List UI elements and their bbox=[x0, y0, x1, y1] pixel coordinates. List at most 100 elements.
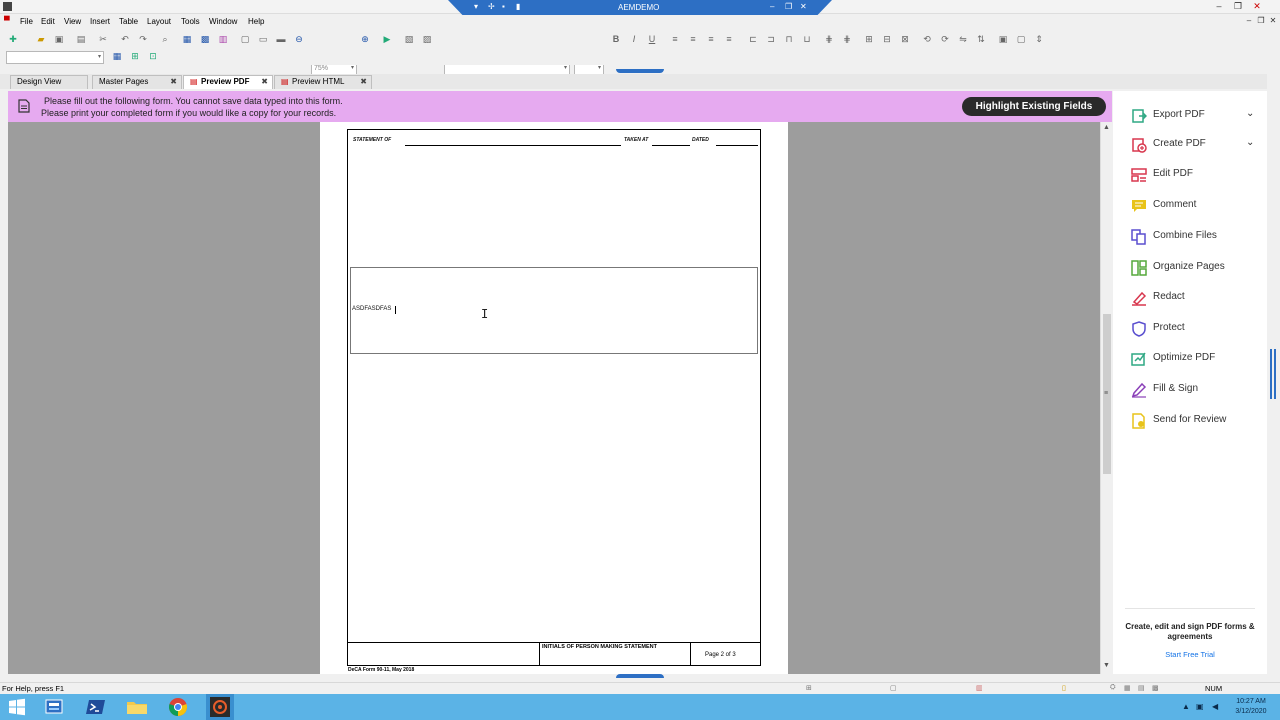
fit-page-icon[interactable]: ▭ bbox=[256, 32, 270, 46]
windows-start-icon[interactable] bbox=[6, 697, 28, 717]
layout-icon[interactable]: ▥ bbox=[216, 32, 230, 46]
new-icon[interactable]: ✚ bbox=[6, 32, 20, 46]
status-view-icon[interactable]: ⛭ bbox=[1110, 684, 1116, 692]
powershell-icon[interactable] bbox=[85, 697, 107, 717]
chevron-down-icon[interactable]: ▾ bbox=[474, 2, 478, 11]
menu-help[interactable]: Help bbox=[248, 17, 264, 26]
status-layout-icon[interactable]: ⊞ bbox=[806, 684, 812, 692]
menu-window[interactable]: Window bbox=[209, 17, 237, 26]
zoom-in-icon[interactable]: ⊕ bbox=[358, 32, 372, 46]
object-select[interactable]: ▾ bbox=[6, 51, 104, 64]
tray-expand-icon[interactable]: ▲ bbox=[1182, 702, 1190, 711]
document-menu-icon[interactable]: ▀ bbox=[4, 16, 10, 25]
center-page-icon[interactable]: ⊞ bbox=[862, 32, 876, 46]
close-icon[interactable]: ✖ bbox=[261, 76, 268, 88]
status-table-icon[interactable]: ▩ bbox=[1152, 684, 1159, 692]
menu-tools[interactable]: Tools bbox=[181, 17, 200, 26]
close-icon[interactable]: ✖ bbox=[170, 76, 177, 88]
collapse-grip[interactable] bbox=[616, 69, 664, 73]
fit-width-icon[interactable]: ▬ bbox=[274, 32, 288, 46]
expand-grip[interactable] bbox=[616, 674, 664, 678]
tab-design-view[interactable]: Design View bbox=[10, 75, 88, 89]
remote-restore-icon[interactable]: ❐ bbox=[785, 2, 792, 11]
highlight-existing-fields-button[interactable]: Highlight Existing Fields bbox=[962, 97, 1106, 116]
redo-icon[interactable]: ↷ bbox=[136, 32, 150, 46]
menu-edit[interactable]: Edit bbox=[41, 17, 55, 26]
edit-field-icon[interactable]: ▦ bbox=[110, 49, 124, 63]
align-objects-bottom-icon[interactable]: ⊔ bbox=[800, 32, 814, 46]
center-vertical-icon[interactable]: ⊠ bbox=[898, 32, 912, 46]
vertical-scrollbar[interactable]: ▲ ≡ ▼ bbox=[1100, 122, 1112, 674]
status-note-icon[interactable]: ▯ bbox=[1062, 684, 1066, 692]
remote-minimize-icon[interactable]: – bbox=[770, 2, 774, 11]
scroll-down-icon[interactable]: ▼ bbox=[1103, 662, 1110, 669]
flip-horizontal-icon[interactable]: ⇋ bbox=[956, 32, 970, 46]
same-size-icon[interactable]: ⇕ bbox=[1032, 32, 1046, 46]
script-icon[interactable]: ▨ bbox=[420, 32, 434, 46]
panel-grip[interactable] bbox=[1270, 349, 1276, 399]
print-icon[interactable]: ▤ bbox=[74, 32, 88, 46]
status-grid-icon[interactable]: ▦ bbox=[1124, 684, 1131, 692]
cut-icon[interactable]: ✂ bbox=[96, 32, 110, 46]
rotate-right-icon[interactable]: ⟳ bbox=[938, 32, 952, 46]
menu-view[interactable]: View bbox=[64, 17, 81, 26]
tab-master-pages[interactable]: Master Pages ✖ bbox=[92, 75, 182, 89]
chevron-down-icon[interactable]: ⌄ bbox=[1246, 108, 1254, 119]
center-horizontal-icon[interactable]: ⊟ bbox=[880, 32, 894, 46]
data-view-icon[interactable]: ⊡ bbox=[146, 49, 160, 63]
undo-icon[interactable]: ↶ bbox=[118, 32, 132, 46]
minimize-icon[interactable]: – bbox=[1212, 1, 1226, 11]
distribute-horizontal-icon[interactable]: ⋕ bbox=[822, 32, 836, 46]
find-icon[interactable]: ⌕ bbox=[158, 32, 172, 46]
ungroup-icon[interactable]: ▢ bbox=[1014, 32, 1028, 46]
status-window-icon[interactable]: ▤ bbox=[1138, 684, 1145, 692]
align-objects-left-icon[interactable]: ⊏ bbox=[746, 32, 760, 46]
status-warning-icon[interactable]: ▥ bbox=[976, 684, 983, 692]
menu-file[interactable]: File bbox=[20, 17, 33, 26]
menu-table[interactable]: Table bbox=[119, 17, 138, 26]
underline-icon[interactable]: U bbox=[645, 32, 659, 46]
add-field-icon[interactable]: ⊞ bbox=[128, 49, 142, 63]
scroll-up-icon[interactable]: ▲ bbox=[1103, 124, 1110, 131]
network-icon[interactable]: ▣ bbox=[1196, 702, 1204, 711]
status-object-icon[interactable]: ▢ bbox=[890, 684, 897, 692]
flip-vertical-icon[interactable]: ⇅ bbox=[974, 32, 988, 46]
page-icon[interactable]: ▢ bbox=[238, 32, 252, 46]
doc-close-icon[interactable]: ✕ bbox=[1266, 16, 1280, 25]
zoom-out-icon[interactable]: ⊖ bbox=[292, 32, 306, 46]
group-icon[interactable]: ▣ bbox=[996, 32, 1010, 46]
start-free-trial-link[interactable]: Start Free Trial bbox=[1120, 650, 1260, 659]
insert-field-icon[interactable]: ▶ bbox=[380, 32, 394, 46]
volume-icon[interactable]: ◀ bbox=[1212, 702, 1218, 711]
align-right-icon[interactable]: ≡ bbox=[704, 32, 718, 46]
align-objects-center-icon[interactable]: ⊐ bbox=[764, 32, 778, 46]
bold-icon[interactable]: B bbox=[609, 32, 623, 46]
file-explorer-icon[interactable] bbox=[126, 697, 148, 717]
aem-designer-icon[interactable] bbox=[209, 697, 231, 717]
lock-icon[interactable]: ▪ bbox=[502, 2, 505, 11]
italic-icon[interactable]: I bbox=[627, 32, 641, 46]
open-icon[interactable]: ▰ bbox=[34, 32, 48, 46]
pin-icon[interactable]: ✢ bbox=[488, 2, 495, 11]
justify-icon[interactable]: ≡ bbox=[722, 32, 736, 46]
chrome-icon[interactable] bbox=[167, 697, 189, 717]
align-objects-top-icon[interactable]: ⊓ bbox=[782, 32, 796, 46]
tab-preview-html[interactable]: ▤ Preview HTML ✖ bbox=[274, 75, 372, 89]
distribute-vertical-icon[interactable]: ⋕ bbox=[840, 32, 854, 46]
chevron-down-icon[interactable]: ⌄ bbox=[1246, 137, 1254, 148]
align-center-icon[interactable]: ≡ bbox=[686, 32, 700, 46]
restore-icon[interactable]: ❐ bbox=[1231, 1, 1245, 12]
menu-layout[interactable]: Layout bbox=[147, 17, 171, 26]
menu-insert[interactable]: Insert bbox=[90, 17, 110, 26]
bind-icon[interactable]: ▧ bbox=[402, 32, 416, 46]
remote-close-icon[interactable]: ✕ bbox=[800, 2, 807, 11]
taskbar-clock[interactable]: 10:27 AM 3/12/2020 bbox=[1226, 697, 1276, 717]
server-manager-icon[interactable] bbox=[44, 697, 66, 717]
rotate-left-icon[interactable]: ⟲ bbox=[920, 32, 934, 46]
save-icon[interactable]: ▣ bbox=[52, 32, 66, 46]
statement-text-field[interactable] bbox=[350, 267, 758, 354]
align-left-icon[interactable]: ≡ bbox=[668, 32, 682, 46]
close-icon[interactable]: ✕ bbox=[1250, 1, 1264, 12]
snap-grid-icon[interactable]: ▩ bbox=[198, 32, 212, 46]
grid-icon[interactable]: ▦ bbox=[180, 32, 194, 46]
